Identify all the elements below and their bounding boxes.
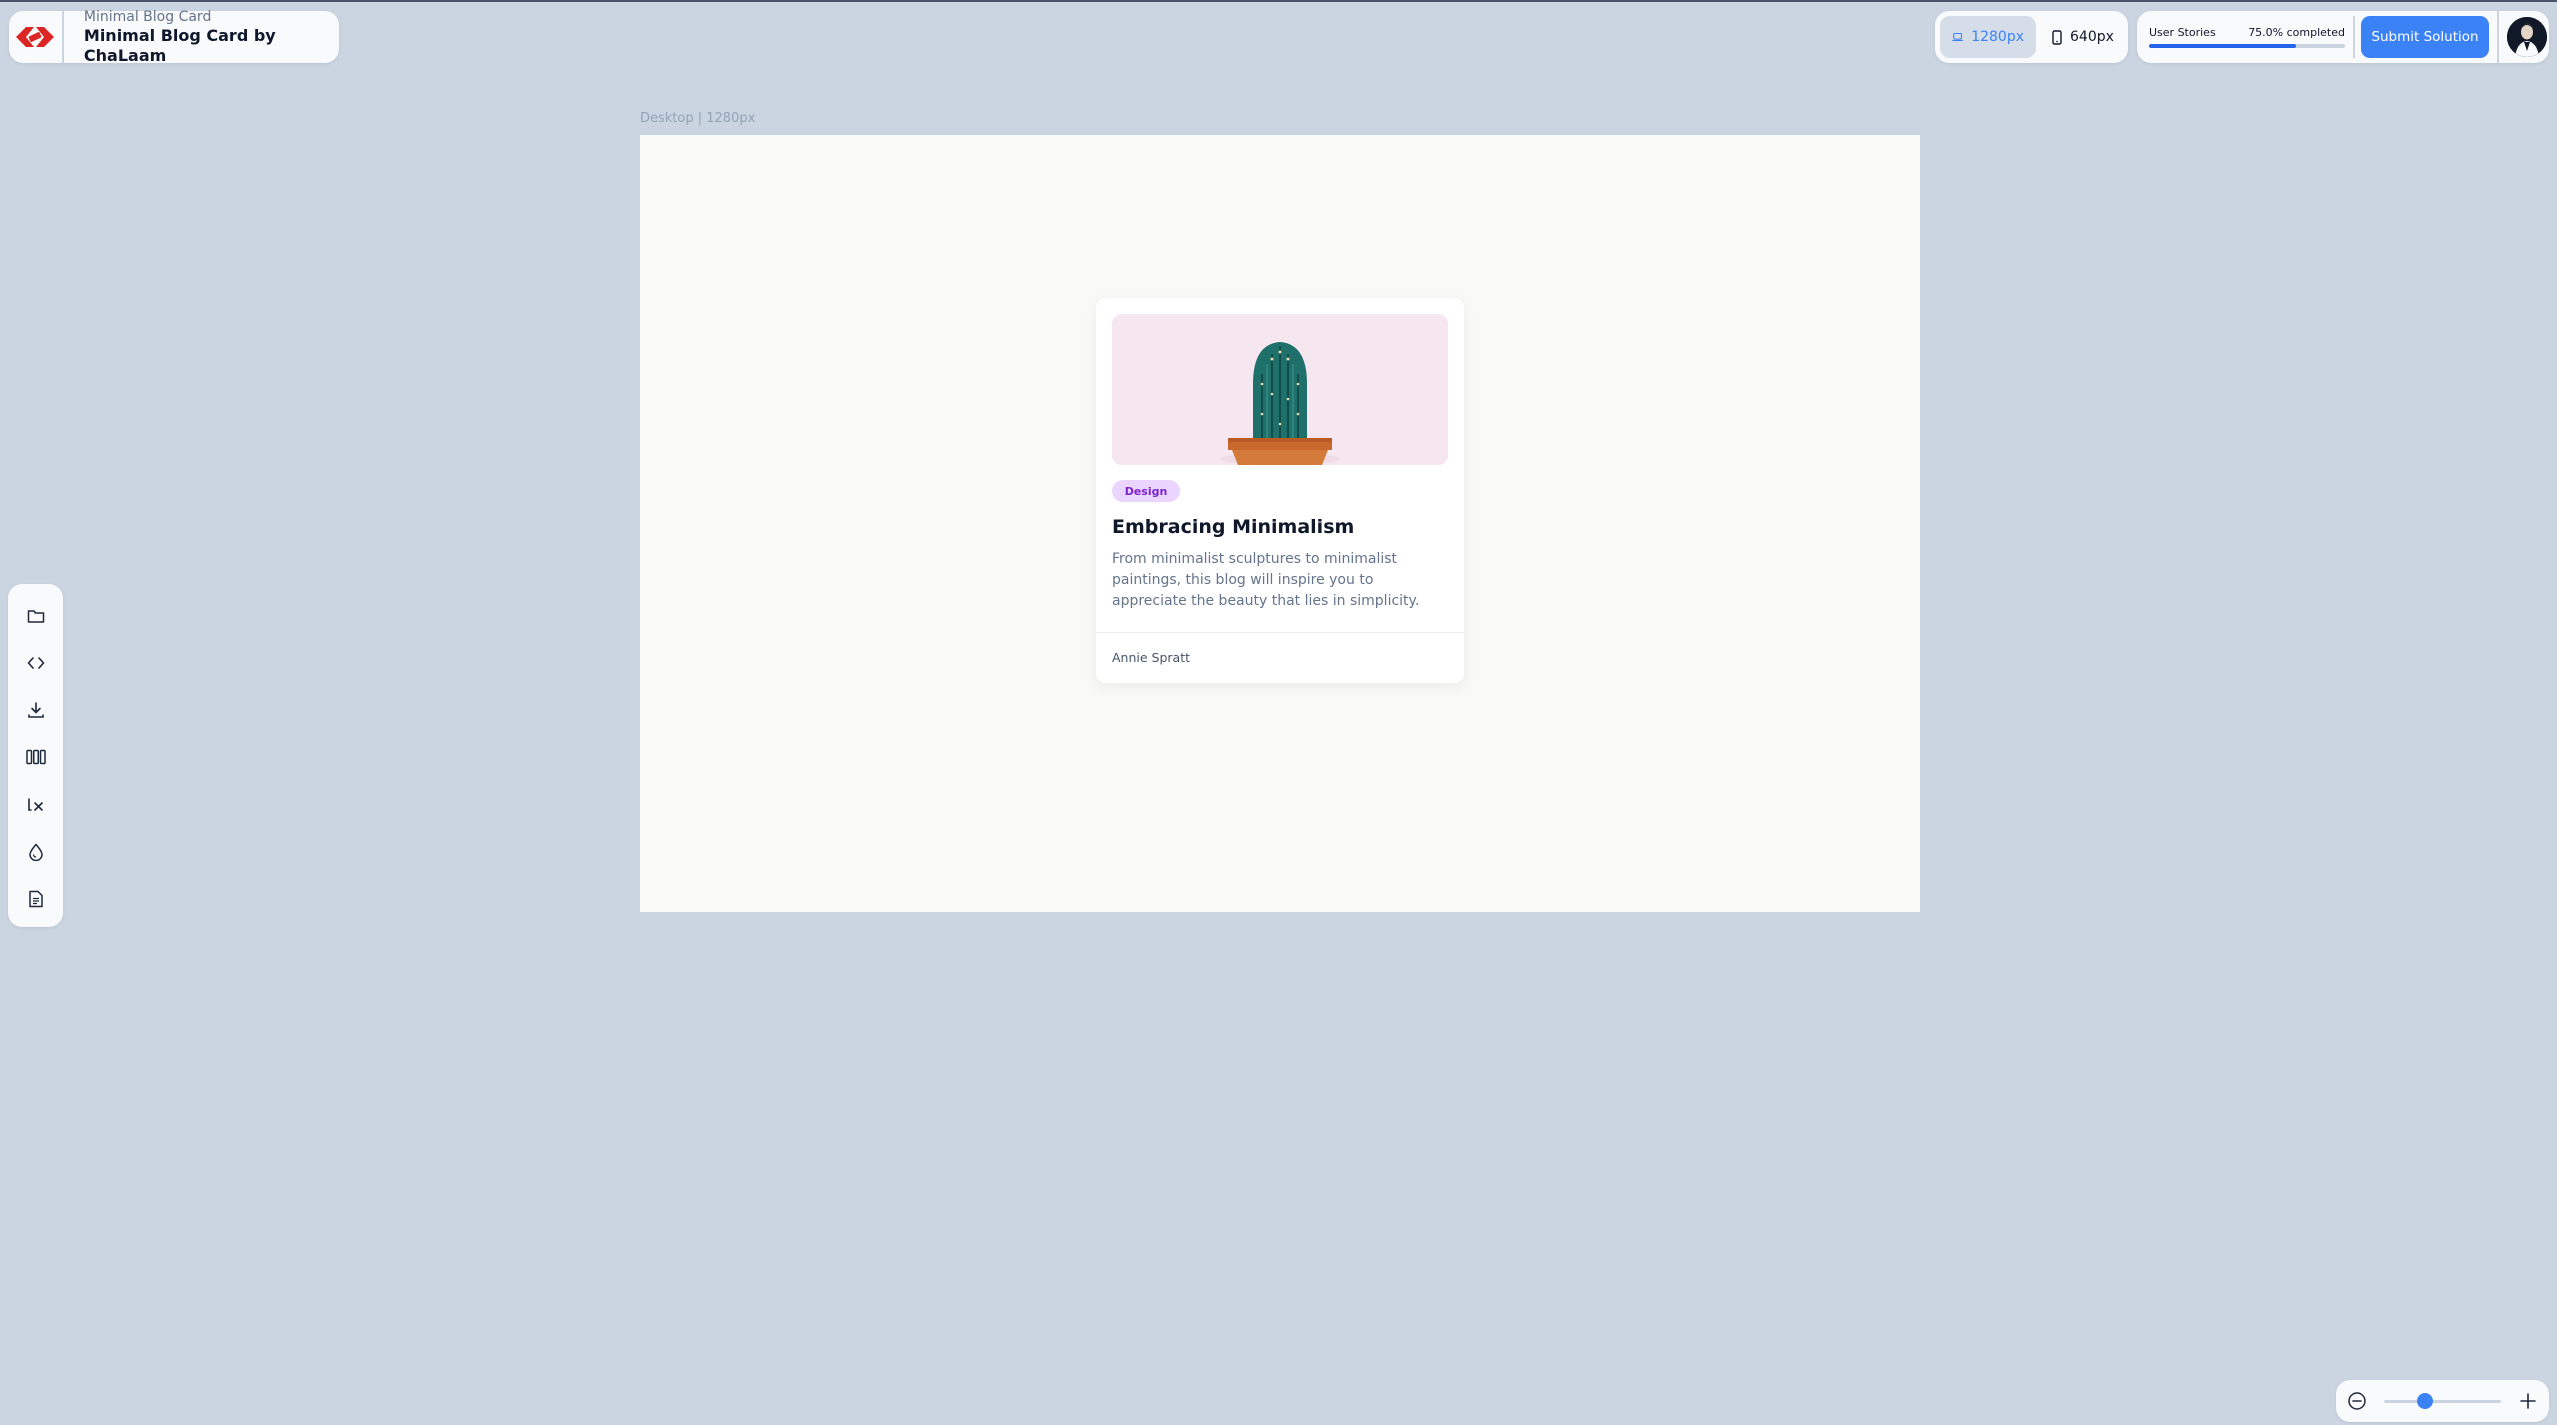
avatar[interactable] xyxy=(2507,17,2547,57)
zoom-control xyxy=(2336,1380,2549,1422)
avatar-container xyxy=(2497,11,2547,63)
zoom-slider[interactable] xyxy=(2384,1392,2501,1409)
sidebar-item-lx[interactable] xyxy=(16,785,56,824)
sidebar-item-download[interactable] xyxy=(16,691,56,730)
card-description: From minimalist sculptures to minimalist… xyxy=(1112,551,1420,609)
desktop-viewport-button[interactable]: 1280px xyxy=(1940,16,2036,58)
code-icon xyxy=(27,657,44,669)
progress-fill xyxy=(2149,44,2296,48)
columns-icon xyxy=(25,750,46,765)
lx-icon xyxy=(27,797,43,811)
phone-icon xyxy=(2052,29,2062,45)
user-stories-percent: 75.0% completed xyxy=(2248,26,2345,39)
viewport-switcher: 1280px 640px xyxy=(1935,11,2128,63)
card-author: Annie Spratt xyxy=(1112,650,1191,665)
desktop-viewport-label: 1280px xyxy=(1971,29,2024,45)
preview-canvas: Design Embracing Minimalism From minimal… xyxy=(640,135,1920,912)
zoom-in-icon xyxy=(2520,1393,2536,1409)
card-divider xyxy=(1096,632,1464,633)
mobile-viewport-label: 640px xyxy=(2070,29,2114,45)
mobile-viewport-button[interactable]: 640px xyxy=(2040,16,2126,58)
sidebar-item-code[interactable] xyxy=(16,643,56,682)
zoom-in-button[interactable] xyxy=(2517,1390,2539,1412)
frame-label: Desktop | 1280px xyxy=(640,111,756,126)
sidebar-item-theme[interactable] xyxy=(16,832,56,871)
drop-icon xyxy=(28,843,43,862)
user-stories-progress[interactable]: User Stories 75.0% completed xyxy=(2149,26,2345,48)
blog-card: Design Embracing Minimalism From minimal… xyxy=(1096,298,1464,683)
folder-icon xyxy=(27,609,44,623)
left-toolbar xyxy=(8,584,63,927)
zoom-out-icon xyxy=(2348,1392,2366,1410)
divider xyxy=(2353,16,2355,58)
category-tag[interactable]: Design xyxy=(1112,480,1180,502)
brand-logo-icon[interactable] xyxy=(9,11,64,63)
progress-track xyxy=(2149,44,2345,48)
submit-solution-button[interactable]: Submit Solution xyxy=(2361,16,2489,58)
project-subtitle: Minimal Blog Card xyxy=(83,8,212,25)
sidebar-item-files[interactable] xyxy=(16,596,56,635)
actions-panel: User Stories 75.0% completed Submit Solu… xyxy=(2137,11,2549,63)
user-stories-label: User Stories xyxy=(2149,26,2216,39)
project-title-panel: Minimal Blog Card Minimal Blog Card by C… xyxy=(9,8,339,65)
document-icon xyxy=(28,891,43,908)
card-image xyxy=(1112,314,1448,465)
card-title[interactable]: Embracing Minimalism xyxy=(1112,516,1354,538)
project-title: Minimal Blog Card by ChaLaam xyxy=(83,25,276,65)
zoom-out-button[interactable] xyxy=(2346,1390,2368,1412)
sidebar-item-layout[interactable] xyxy=(16,738,56,777)
zoom-slider-thumb[interactable] xyxy=(2416,1392,2433,1409)
sidebar-item-document[interactable] xyxy=(16,880,56,919)
download-icon xyxy=(27,702,44,719)
laptop-icon xyxy=(1952,32,1963,42)
